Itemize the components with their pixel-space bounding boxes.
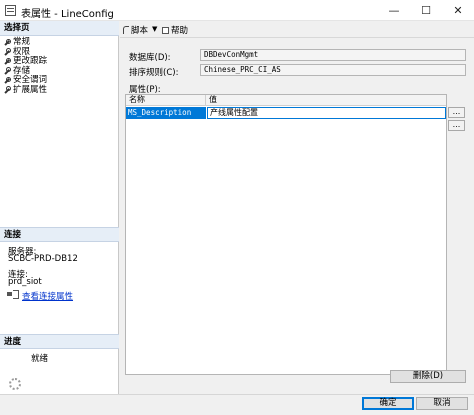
close-button[interactable]: ✕ xyxy=(442,0,474,21)
script-icon xyxy=(123,26,129,34)
wrench-icon xyxy=(4,76,11,84)
view-connection-properties-link[interactable]: 查看连接属性 xyxy=(22,290,73,302)
page-list: 常规 权限 更改跟踪 存储 安全谓词 扩展属性 xyxy=(0,37,119,96)
table-properties-icon xyxy=(5,5,16,16)
property-value-cell[interactable]: 产线属性配置 xyxy=(207,107,446,119)
grid-header: 名称 值 xyxy=(126,95,446,106)
title-bar: 表属性 - LineConfig — ☐ ✕ xyxy=(0,0,474,21)
column-header-value: 值 xyxy=(209,95,217,104)
maximize-button[interactable]: ☐ xyxy=(410,0,442,21)
wrench-icon xyxy=(4,86,11,93)
minimize-button[interactable]: — xyxy=(378,0,410,21)
connection-header: 连接 xyxy=(0,227,119,242)
table-row[interactable]: MS_Description 产线属性配置 xyxy=(126,107,446,119)
cancel-button[interactable]: 取消 xyxy=(416,397,468,410)
connection-plug-icon xyxy=(7,289,19,299)
row-ellipsis-button[interactable]: ... xyxy=(448,107,465,118)
right-pane: 脚本 ▼ 帮助 数据库(D): DBDevConMgmt 排序规则(C): Ch… xyxy=(120,21,474,394)
page-item-label: 扩展属性 xyxy=(13,84,48,95)
wrench-icon xyxy=(4,48,11,55)
help-button[interactable]: 帮助 xyxy=(162,24,188,36)
new-row-ellipsis-button[interactable]: ... xyxy=(448,120,465,131)
progress-header: 进度 xyxy=(0,334,119,349)
page-item-extended-properties[interactable]: 扩展属性 xyxy=(0,84,119,96)
script-dropdown-icon[interactable]: ▼ xyxy=(152,25,157,33)
property-name-cell[interactable]: MS_Description xyxy=(126,107,206,119)
help-icon xyxy=(162,27,169,34)
toolbar: 脚本 ▼ 帮助 xyxy=(120,21,474,38)
column-header-name: 名称 xyxy=(126,95,206,105)
help-label: 帮助 xyxy=(171,26,189,36)
wrench-icon xyxy=(4,67,11,74)
progress-spinner-icon xyxy=(9,378,21,390)
server-value: SCBC-PRD-DB12 xyxy=(8,254,78,264)
script-label: 脚本 xyxy=(131,26,149,36)
extended-properties-grid[interactable]: 名称 值 MS_Description 产线属性配置 xyxy=(125,94,447,375)
script-button[interactable]: 脚本 xyxy=(123,24,148,36)
window-title: 表属性 - LineConfig xyxy=(21,9,114,20)
wrench-icon xyxy=(4,57,11,65)
database-label: 数据库(D): xyxy=(129,53,171,63)
dialog-button-bar: 确定 取消 xyxy=(0,394,474,415)
left-pane: 选择页 常规 权限 更改跟踪 存储 安全谓词 扩展属性 连接 服务器: SCBC… xyxy=(0,21,119,394)
delete-button[interactable]: 删除(D) xyxy=(390,370,466,383)
progress-status: 就绪 xyxy=(31,354,49,364)
ok-button[interactable]: 确定 xyxy=(362,397,414,410)
collation-label: 排序规则(C): xyxy=(129,68,179,78)
database-field: DBDevConMgmt xyxy=(200,49,466,61)
collation-field: Chinese_PRC_CI_AS xyxy=(200,64,466,76)
connection-value: prd_siot xyxy=(8,277,42,287)
select-page-header: 选择页 xyxy=(0,21,119,36)
wrench-icon xyxy=(4,38,11,46)
